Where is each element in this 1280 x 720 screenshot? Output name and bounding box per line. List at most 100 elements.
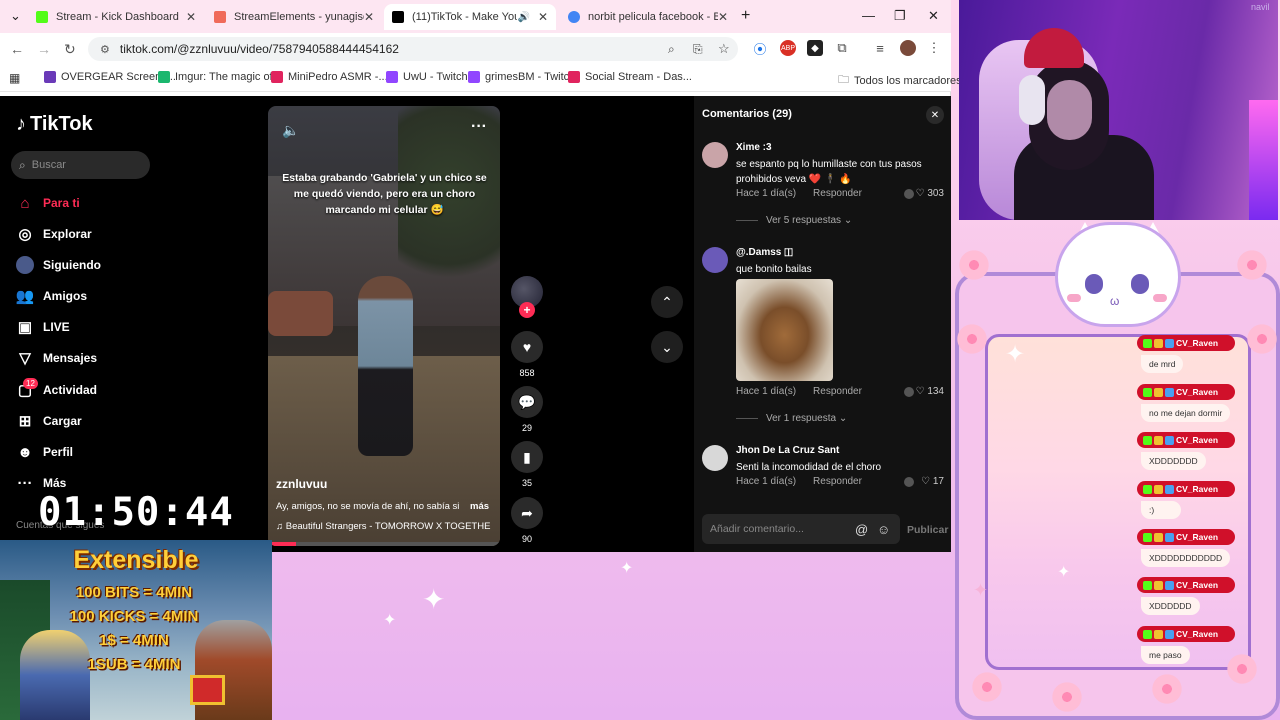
all-bookmarks[interactable]: 🗀 Todos los marcadores [838, 71, 962, 90]
avatar[interactable] [702, 142, 728, 168]
bookmark-overgear[interactable]: OVERGEAR Screens... [44, 71, 176, 83]
view-replies[interactable]: Ver 1 respuesta ⌄ [736, 413, 847, 424]
publish-button[interactable]: Publicar [907, 524, 948, 536]
comment-user[interactable]: @.Damss 🇮 [736, 247, 793, 258]
nav-mensajes[interactable]: ▽ Mensajes [16, 349, 97, 367]
close-icon[interactable]: ✕ [926, 106, 944, 124]
santa-hat [1024, 28, 1084, 68]
chat-username[interactable]: CV_Raven [1137, 384, 1235, 400]
nav-explorar[interactable]: ◎ Explorar [16, 225, 91, 243]
bookmark-minipedro[interactable]: MiniPedro ASMR -... [271, 71, 388, 83]
cast-icon[interactable]: ⦿ [752, 40, 768, 57]
forward-icon[interactable]: → [37, 41, 51, 57]
chat-message: CV_Raven XDDDDDD [1137, 577, 1252, 615]
star-icon[interactable]: ☆ [718, 41, 730, 57]
chat-username[interactable]: CV_Raven [1137, 626, 1235, 642]
like-button[interactable]: ♥ 858 [511, 331, 543, 378]
video-progress-bar[interactable] [268, 542, 500, 546]
tab-search-icon[interactable]: ⌄ [10, 8, 21, 24]
reply-button[interactable]: Responder [813, 386, 862, 397]
bookmark-icon [568, 71, 580, 83]
save-button[interactable]: ▮ 35 [511, 441, 543, 488]
avatar[interactable] [702, 247, 728, 273]
previous-video-button[interactable]: ⌃ [651, 286, 683, 318]
cat-eye [1131, 274, 1149, 294]
chat-username[interactable]: CV_Raven [1137, 335, 1235, 351]
follow-plus-icon[interactable]: + [519, 302, 535, 318]
avatar[interactable] [702, 445, 728, 471]
comment-like-button[interactable]: ♡ 17 [921, 476, 944, 487]
back-icon[interactable]: ← [10, 41, 24, 57]
new-tab-icon[interactable]: + [741, 7, 750, 25]
reply-button[interactable]: Responder [813, 476, 862, 487]
comment-image[interactable] [736, 279, 833, 381]
apps-icon[interactable]: ▦ [9, 71, 20, 85]
reply-button[interactable]: Responder [813, 188, 862, 199]
chat-message: CV_Raven no me dejan dormir [1137, 384, 1252, 422]
view-replies[interactable]: Ver 5 respuestas ⌄ [736, 215, 852, 226]
comment-user[interactable]: Jhon De La Cruz Sant [736, 445, 839, 456]
video-progress-fill [268, 542, 296, 546]
sparkle-icon: ✦ [1057, 564, 1071, 581]
comment-user[interactable]: Xime :3 [736, 142, 772, 153]
close-icon[interactable]: ✕ [364, 10, 374, 24]
media-icon[interactable]: ≡ [872, 40, 888, 56]
comment-button[interactable]: 💬 29 [511, 386, 543, 433]
tab-streamelements[interactable]: StreamElements - yunagiselle ✕ [206, 4, 382, 30]
close-icon[interactable]: ✕ [538, 10, 548, 24]
comment-like-button[interactable]: ♡ 134 [916, 386, 944, 397]
nav-perfil[interactable]: ☻ Perfil [16, 443, 73, 461]
mention-icon[interactable]: @ [855, 522, 868, 537]
creator-liked-icon [903, 386, 914, 397]
chat-username[interactable]: CV_Raven [1137, 577, 1235, 593]
video-music[interactable]: ♫ Beautiful Strangers - TOMORROW X TOGET… [276, 521, 491, 532]
volume-icon[interactable]: 🔈 [282, 122, 299, 139]
nav-para-ti[interactable]: ⌂ Para ti [16, 194, 79, 212]
comment-meta: Hace 1 día(s) Responder ♡ 134 [736, 386, 944, 397]
emoji-icon[interactable]: ☺ [877, 522, 890, 537]
install-icon[interactable]: ⎘ [693, 42, 703, 57]
puzzle-icon[interactable]: ⧉ [834, 40, 850, 56]
chat-username[interactable]: CV_Raven [1137, 529, 1235, 545]
minimize-icon[interactable]: — [862, 8, 875, 23]
bookmark-imgur[interactable]: Imgur: The magic of... [158, 71, 282, 83]
speaker-icon[interactable]: 🔊 [517, 12, 529, 23]
search-input[interactable]: ⌕ Buscar [11, 151, 150, 179]
next-video-button[interactable]: ⌄ [651, 331, 683, 363]
comment-like-button[interactable]: ♡ 303 [916, 188, 944, 199]
share-button[interactable]: ➦ 90 [511, 497, 543, 544]
site-info-icon[interactable]: ⚙ [100, 43, 110, 56]
adblock-icon[interactable]: ABP [780, 40, 796, 56]
tab-kick[interactable]: Stream - Kick Dashboard ✕ [28, 4, 204, 30]
url-bar[interactable]: ⚙ tiktok.com/@zznluvuu/video/75879405884… [88, 37, 738, 61]
comment-input[interactable]: Añadir comentario... @ ☺ [702, 514, 900, 544]
nav-siguiendo[interactable]: Siguiendo [16, 256, 101, 274]
chat-username[interactable]: CV_Raven [1137, 481, 1235, 497]
menu-icon[interactable]: ⋮ [926, 40, 942, 56]
tab-tiktok[interactable]: (11)TikTok - Make Your Day 🔊 ✕ [384, 4, 556, 30]
chat-username[interactable]: CV_Raven [1137, 432, 1235, 448]
nav-cargar[interactable]: ⊞ Cargar [16, 412, 82, 430]
extension-icon[interactable]: ◆ [807, 40, 823, 56]
bookmark-uwu-twitch[interactable]: UwU - Twitch [386, 71, 468, 83]
video-more-link[interactable]: más [470, 501, 489, 512]
close-window-icon[interactable]: ✕ [928, 8, 939, 24]
chat-message: CV_Raven :) [1137, 481, 1252, 519]
restore-icon[interactable]: ❐ [894, 8, 906, 24]
reload-icon[interactable]: ↻ [64, 41, 76, 58]
tiktok-logo[interactable]: ♪ TikTok [16, 113, 93, 136]
nav-amigos[interactable]: 👥 Amigos [16, 287, 87, 305]
more-options-icon[interactable]: ··· [471, 118, 487, 136]
video-player[interactable]: Estaba grabando 'Gabriela' y un chico se… [268, 106, 500, 546]
webcam-feed: navil [959, 0, 1278, 220]
close-icon[interactable]: ✕ [718, 10, 728, 24]
zoom-icon[interactable]: ⌕ [668, 42, 675, 57]
video-username[interactable]: zznluvuu [276, 477, 327, 491]
nav-live[interactable]: ▣ LIVE [16, 318, 70, 336]
close-icon[interactable]: ✕ [186, 10, 196, 24]
bookmark-grimes-twitch[interactable]: grimesBM - Twitch [468, 71, 575, 83]
bookmark-social-stream[interactable]: Social Stream - Das... [568, 71, 692, 83]
profile-avatar-icon[interactable] [900, 40, 916, 56]
tab-google[interactable]: norbit pelicula facebook - Busc ✕ [560, 4, 736, 30]
cat-mascot [1055, 222, 1181, 327]
